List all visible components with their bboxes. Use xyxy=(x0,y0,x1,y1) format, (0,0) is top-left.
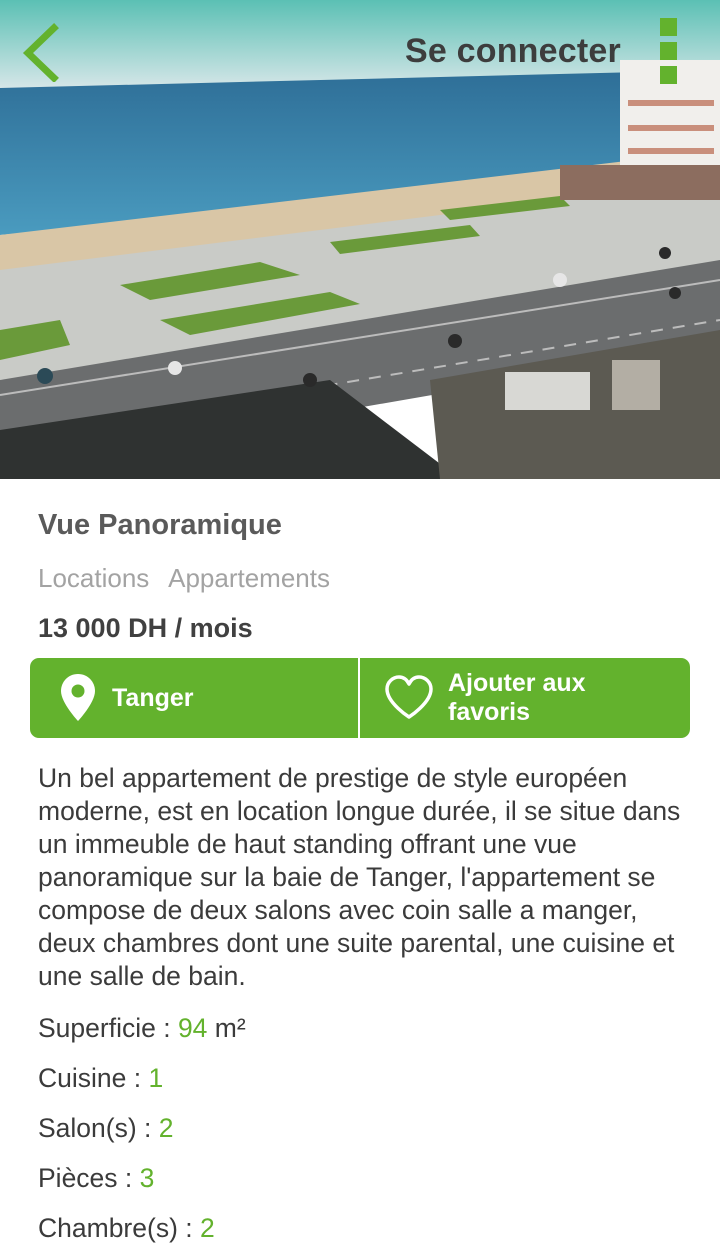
spec-label: Salon(s) : xyxy=(38,1113,159,1143)
hero-image: Se connecter xyxy=(0,0,720,479)
spec-value: 94 xyxy=(177,1013,208,1043)
chevron-left-icon xyxy=(22,23,59,83)
category-tag[interactable]: Appartements xyxy=(168,563,330,593)
listing-categories: Locations Appartements xyxy=(38,563,343,594)
spec-label: Superficie : xyxy=(38,1013,178,1043)
spec-value: 3 xyxy=(139,1163,155,1193)
map-pin-icon xyxy=(61,674,95,721)
listing-price: 13 000 DH / mois xyxy=(38,613,253,643)
listing-title: Vue Panoramique xyxy=(38,509,282,541)
city-label: Tanger xyxy=(112,683,194,712)
spec-row-kitchen: Cuisine : 1 xyxy=(38,1057,246,1107)
property-photo xyxy=(0,0,720,479)
spec-label: Pièces : xyxy=(38,1163,140,1193)
spec-unit: m² xyxy=(207,1013,246,1043)
spec-row-surface: Superficie : 94 m² xyxy=(38,1007,246,1057)
spec-row-lounges: Salon(s) : 2 xyxy=(38,1107,246,1157)
spec-value: 1 xyxy=(148,1063,164,1093)
spec-label: Chambre(s) : xyxy=(38,1213,200,1243)
spec-row-rooms: Pièces : 3 xyxy=(38,1157,246,1207)
city-button[interactable]: Tanger xyxy=(30,658,360,738)
heart-outline-icon xyxy=(385,675,433,719)
favorite-label: Ajouter aux favoris xyxy=(448,669,586,726)
spec-value: 2 xyxy=(158,1113,174,1143)
overflow-menu-icon[interactable] xyxy=(655,18,681,84)
login-link[interactable]: Se connecter xyxy=(405,32,621,71)
category-tag[interactable]: Locations xyxy=(38,563,149,593)
spec-row-bedrooms: Chambre(s) : 2 xyxy=(38,1207,246,1257)
add-favorite-button[interactable]: Ajouter aux favoris xyxy=(360,658,690,738)
spec-label: Cuisine : xyxy=(38,1063,149,1093)
action-bar: Tanger Ajouter aux favoris xyxy=(30,658,690,738)
spec-list: Superficie : 94 m² Cuisine : 1 Salon(s) … xyxy=(38,1007,246,1257)
spec-value: 2 xyxy=(199,1213,215,1243)
back-button[interactable] xyxy=(18,22,68,83)
listing-description: Un bel appartement de prestige de style … xyxy=(38,763,681,991)
